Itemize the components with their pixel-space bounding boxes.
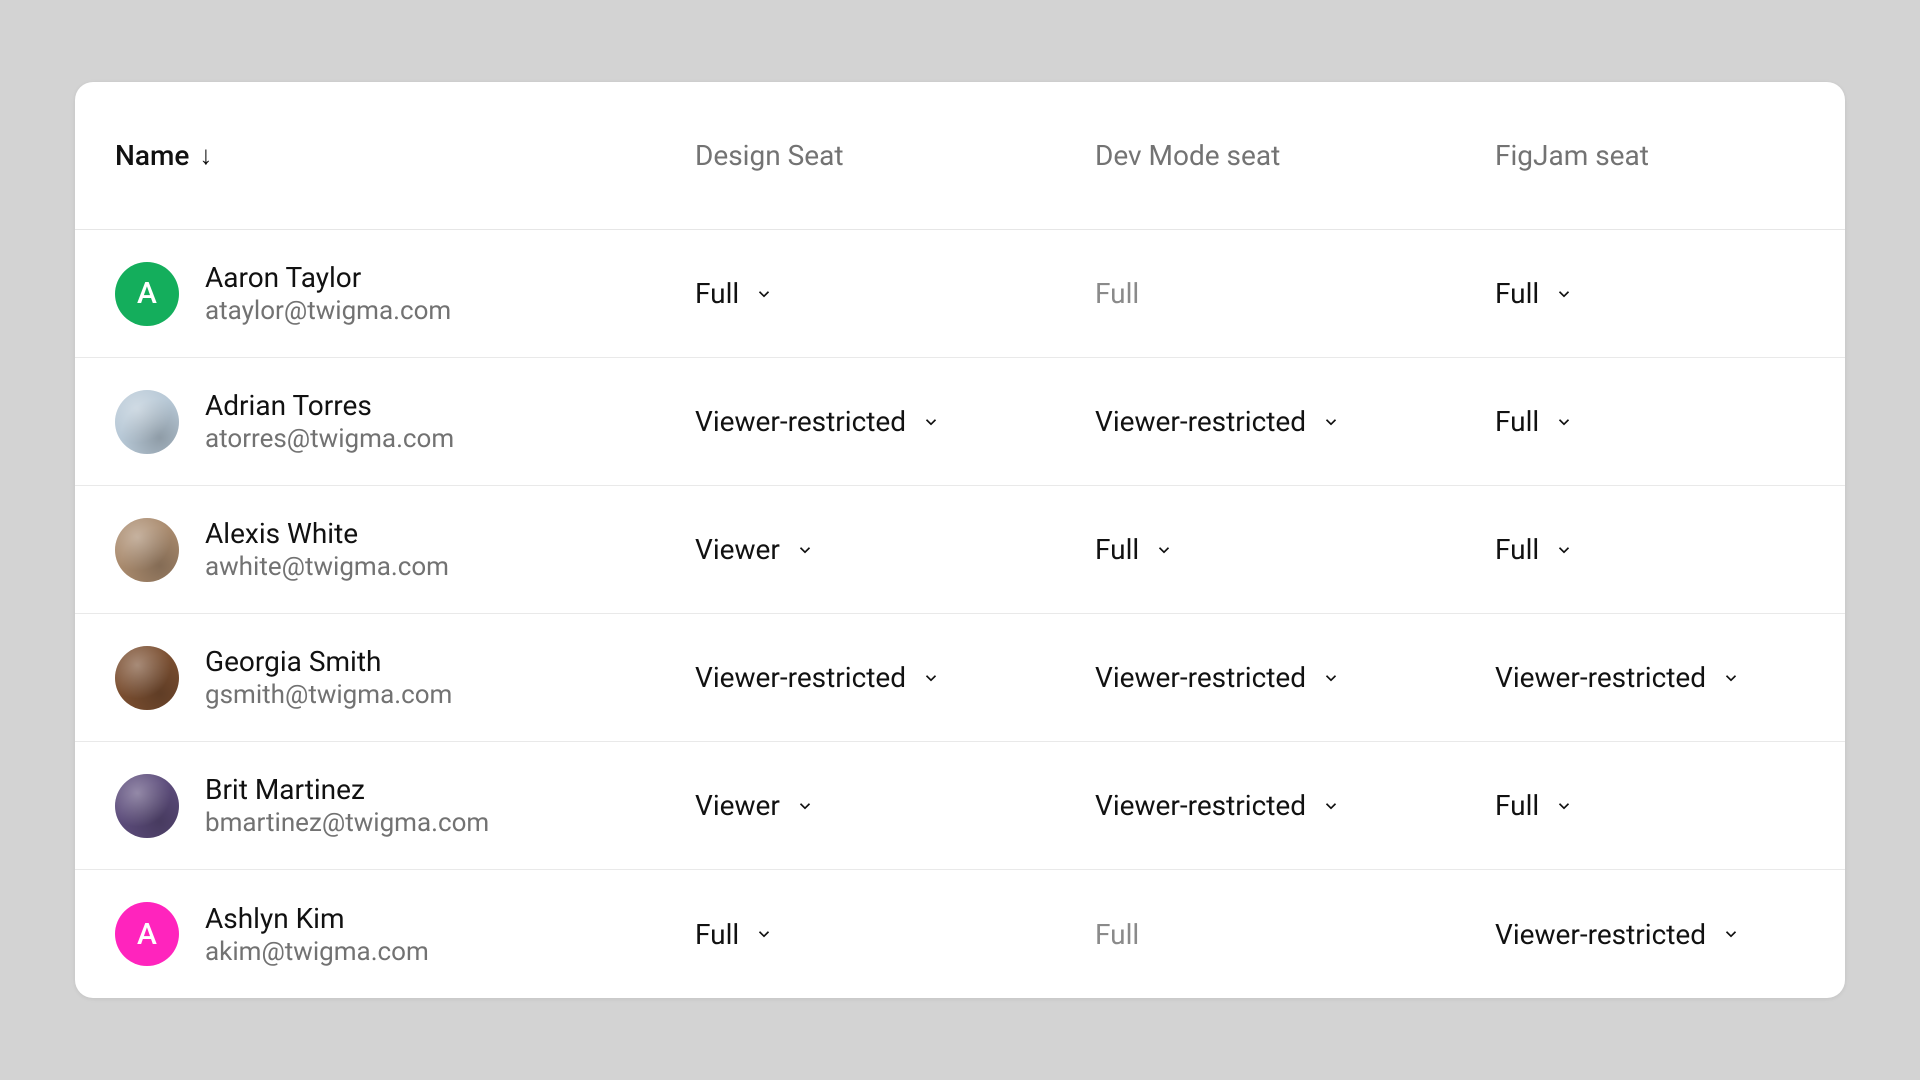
chevron-down-icon <box>755 285 773 303</box>
seat-label: Full <box>695 918 739 951</box>
seat-label: Viewer-restricted <box>1495 661 1706 694</box>
chevron-down-icon <box>1322 797 1340 815</box>
user-email: akim@twigma.com <box>205 937 429 967</box>
seat-label: Full <box>1095 533 1139 566</box>
seat-label: Viewer <box>695 533 780 566</box>
user-text: Brit Martinezbmartinez@twigma.com <box>205 773 489 838</box>
chevron-down-icon <box>1555 797 1573 815</box>
user-name: Alexis White <box>205 517 449 550</box>
seat-label: Viewer-restricted <box>1095 405 1306 438</box>
avatar <box>115 646 179 710</box>
design-seat-select[interactable]: Full <box>695 277 1095 310</box>
user-cell[interactable]: Alexis Whiteawhite@twigma.com <box>115 517 695 582</box>
table-row: AAshlyn Kimakim@twigma.comFullFullViewer… <box>75 870 1845 998</box>
seat-label: Full <box>1495 533 1539 566</box>
user-text: Alexis Whiteawhite@twigma.com <box>205 517 449 582</box>
user-email: gsmith@twigma.com <box>205 680 452 710</box>
dev-seat-select[interactable]: Viewer-restricted <box>1095 405 1495 438</box>
user-cell[interactable]: A Aaron Taylorataylor@twigma.com <box>115 261 695 326</box>
user-cell[interactable]: Georgia Smithgsmith@twigma.com <box>115 645 695 710</box>
user-text: Ashlyn Kimakim@twigma.com <box>205 902 429 967</box>
dev-seat-select[interactable]: Full <box>1095 533 1495 566</box>
seat-label: Viewer-restricted <box>695 661 906 694</box>
user-text: Aaron Taylorataylor@twigma.com <box>205 261 451 326</box>
user-name: Georgia Smith <box>205 645 452 678</box>
table-header-row: Name ↓ Design Seat Dev Mode seat FigJam … <box>75 82 1845 230</box>
dev-seat-select[interactable]: Viewer-restricted <box>1095 661 1495 694</box>
figjam-seat-select[interactable]: Full <box>1495 277 1805 310</box>
user-email: atorres@twigma.com <box>205 424 454 454</box>
user-name: Ashlyn Kim <box>205 902 429 935</box>
table-row: Georgia Smithgsmith@twigma.com Viewer-res… <box>75 614 1845 742</box>
chevron-down-icon <box>922 413 940 431</box>
chevron-down-icon <box>1555 541 1573 559</box>
chevron-down-icon <box>1322 669 1340 687</box>
user-cell[interactable]: Brit Martinezbmartinez@twigma.com <box>115 773 695 838</box>
avatar: A <box>115 902 179 966</box>
seat-label: Viewer <box>695 789 780 822</box>
user-text: Adrian Torresatorres@twigma.com <box>205 389 454 454</box>
avatar: A <box>115 262 179 326</box>
seat-label: Viewer-restricted <box>1095 661 1306 694</box>
user-name: Aaron Taylor <box>205 261 451 294</box>
user-email: awhite@twigma.com <box>205 552 449 582</box>
column-header-dev[interactable]: Dev Mode seat <box>1095 139 1495 172</box>
figjam-seat-select[interactable]: Full <box>1495 533 1805 566</box>
chevron-down-icon <box>1555 285 1573 303</box>
dev-seat-static: Full <box>1095 918 1495 951</box>
design-seat-select[interactable]: Viewer <box>695 789 1095 822</box>
avatar <box>115 390 179 454</box>
chevron-down-icon <box>755 925 773 943</box>
user-cell[interactable]: Adrian Torresatorres@twigma.com <box>115 389 695 454</box>
table-row: Brit Martinezbmartinez@twigma.com Viewer V… <box>75 742 1845 870</box>
figjam-seat-select[interactable]: Viewer-restricted <box>1495 918 1805 951</box>
dev-seat-static: Full <box>1095 277 1495 310</box>
seat-label: Full <box>695 277 739 310</box>
seat-label: Viewer-restricted <box>1495 918 1706 951</box>
chevron-down-icon <box>1722 925 1740 943</box>
user-email: bmartinez@twigma.com <box>205 808 489 838</box>
user-email: ataylor@twigma.com <box>205 296 451 326</box>
seat-label: Full <box>1495 405 1539 438</box>
table-row: Adrian Torresatorres@twigma.com Viewer-re… <box>75 358 1845 486</box>
seat-label: Full <box>1495 789 1539 822</box>
dev-seat-select[interactable]: Viewer-restricted <box>1095 789 1495 822</box>
seat-label: Full <box>1495 277 1539 310</box>
design-seat-select[interactable]: Full <box>695 918 1095 951</box>
sort-arrow-down-icon: ↓ <box>199 140 212 171</box>
chevron-down-icon <box>1722 669 1740 687</box>
figjam-seat-select[interactable]: Full <box>1495 405 1805 438</box>
chevron-down-icon <box>1155 541 1173 559</box>
user-cell[interactable]: A Ashlyn Kimakim@twigma.com <box>115 902 695 967</box>
user-text: Georgia Smithgsmith@twigma.com <box>205 645 452 710</box>
chevron-down-icon <box>796 541 814 559</box>
figjam-seat-select[interactable]: Full <box>1495 789 1805 822</box>
user-name: Brit Martinez <box>205 773 489 806</box>
design-seat-select[interactable]: Viewer-restricted <box>695 405 1095 438</box>
column-header-name[interactable]: Name ↓ <box>115 139 695 172</box>
seat-label: Viewer-restricted <box>695 405 906 438</box>
column-header-design[interactable]: Design Seat <box>695 139 1095 172</box>
design-seat-select[interactable]: Viewer <box>695 533 1095 566</box>
figjam-seat-select[interactable]: Viewer-restricted <box>1495 661 1805 694</box>
column-header-figjam[interactable]: FigJam seat <box>1495 139 1805 172</box>
chevron-down-icon <box>796 797 814 815</box>
design-seat-select[interactable]: Viewer-restricted <box>695 661 1095 694</box>
members-table: Name ↓ Design Seat Dev Mode seat FigJam … <box>75 82 1845 998</box>
seat-label: Viewer-restricted <box>1095 789 1306 822</box>
chevron-down-icon <box>1322 413 1340 431</box>
column-header-name-label: Name <box>115 139 189 172</box>
table-body: AAaron Taylorataylor@twigma.comFullFullF… <box>75 230 1845 998</box>
table-row: Alexis Whiteawhite@twigma.com Viewer Full F… <box>75 486 1845 614</box>
chevron-down-icon <box>1555 413 1573 431</box>
avatar <box>115 774 179 838</box>
table-row: AAaron Taylorataylor@twigma.comFullFullF… <box>75 230 1845 358</box>
user-name: Adrian Torres <box>205 389 454 422</box>
chevron-down-icon <box>922 669 940 687</box>
avatar <box>115 518 179 582</box>
